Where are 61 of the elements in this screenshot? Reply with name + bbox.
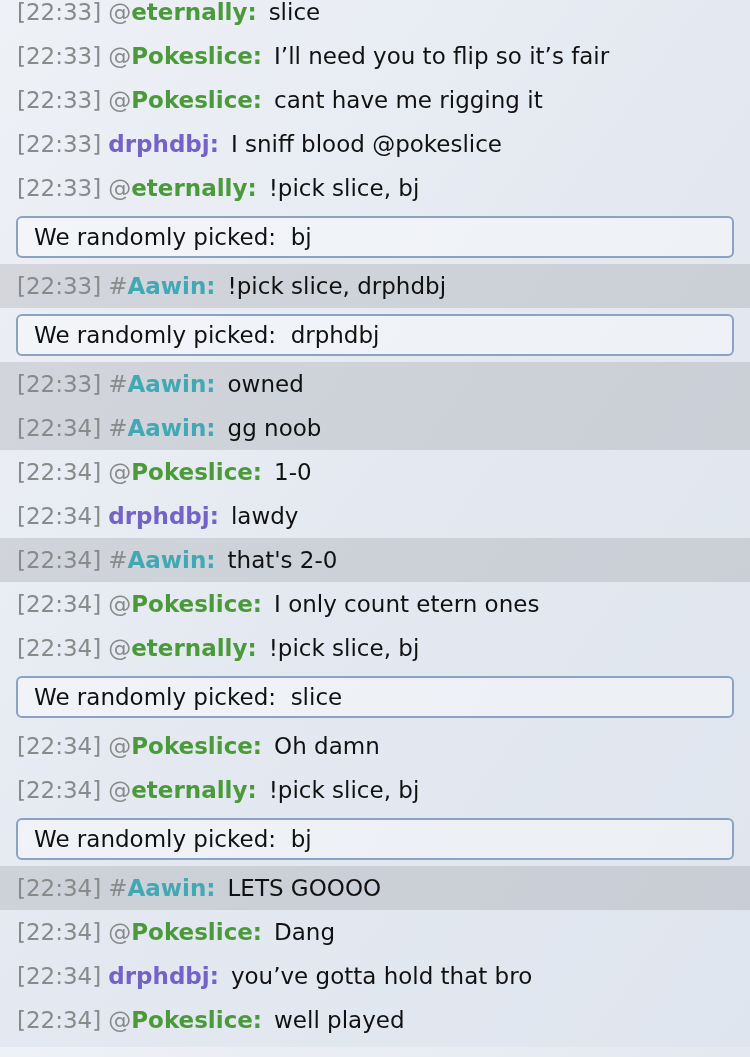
timestamp: [22:34]	[17, 457, 102, 487]
user-name: drphdbj:	[108, 129, 219, 159]
timestamp: [22:34]	[17, 545, 102, 575]
timestamp: [22:34]	[17, 775, 102, 805]
user-name: @Pokeslice:	[108, 457, 263, 487]
message-text: !pick slice, bj	[268, 633, 420, 663]
timestamp: [22:33]	[17, 271, 102, 301]
message-text: slice	[268, 0, 321, 27]
timestamp: [22:34]	[17, 873, 102, 903]
bot-notice: We randomly picked: drphdbj	[16, 314, 734, 356]
user-name: @eternally:	[108, 775, 257, 805]
user-name: @Pokeslice:	[108, 85, 263, 115]
bot-notice: We randomly picked: bj	[16, 818, 734, 860]
timestamp: [22:34]	[17, 501, 102, 531]
message-text: I sniff blood @pokeslice	[230, 129, 503, 159]
bot-notice: We randomly picked: slice	[16, 676, 734, 718]
user-name: #Aawin:	[108, 271, 216, 301]
timestamp: [22:34]	[17, 917, 102, 947]
message-text: that's 2-0	[227, 545, 338, 575]
timestamp: [22:34]	[17, 413, 102, 443]
message-text: owned	[227, 369, 304, 399]
timestamp: [22:34]	[17, 961, 102, 991]
timestamp: [22:33]	[17, 129, 102, 159]
message-text: I’ll need you to flip so it’s fair	[274, 41, 610, 71]
user-name: @Pokeslice:	[108, 41, 263, 71]
user-name: #Aawin:	[108, 873, 216, 903]
message-text: Oh damn	[274, 731, 380, 761]
message-text: well played	[274, 1005, 405, 1035]
user-name: drphdbj:	[108, 961, 219, 991]
timestamp: [22:34]	[17, 1005, 102, 1035]
message-text: gg noob	[227, 413, 322, 443]
timestamp: [22:34]	[17, 731, 102, 761]
message-text: Dang	[274, 917, 336, 947]
timestamp: [22:34]	[17, 589, 102, 619]
timestamp: [22:34]	[17, 633, 102, 663]
message-text: !pick slice, drphdbj	[227, 271, 447, 301]
timestamp: [22:33]	[17, 41, 102, 71]
user-name: #Aawin:	[108, 413, 216, 443]
message-text: I only count etern ones	[274, 589, 540, 619]
message-text: !pick slice, bj	[268, 775, 420, 805]
timestamp: [22:33]	[17, 369, 102, 399]
message-text: lawdy	[230, 501, 299, 531]
message-text: !pick slice, bj	[268, 173, 420, 203]
message-text: 1-0	[274, 457, 312, 487]
user-name: #Aawin:	[108, 369, 216, 399]
bot-notice: We randomly picked: bj	[16, 216, 734, 258]
timestamp: [22:33]	[17, 173, 102, 203]
user-name: @Pokeslice:	[108, 917, 263, 947]
message-text: cant have me rigging it	[274, 85, 543, 115]
user-name: @eternally:	[108, 173, 257, 203]
timestamp: [22:33]	[17, 85, 102, 115]
user-name: drphdbj:	[108, 501, 219, 531]
user-name: @Pokeslice:	[108, 1005, 263, 1035]
user-name: @Pokeslice:	[108, 731, 263, 761]
timestamp: [22:33]	[17, 0, 102, 27]
user-name: @eternally:	[108, 633, 257, 663]
user-name: @Pokeslice:	[108, 589, 263, 619]
user-name: @eternally:	[108, 0, 257, 27]
message-text: LETS GOOOO	[227, 873, 382, 903]
message-text: you’ve gotta hold that bro	[230, 961, 533, 991]
user-name: #Aawin:	[108, 545, 216, 575]
